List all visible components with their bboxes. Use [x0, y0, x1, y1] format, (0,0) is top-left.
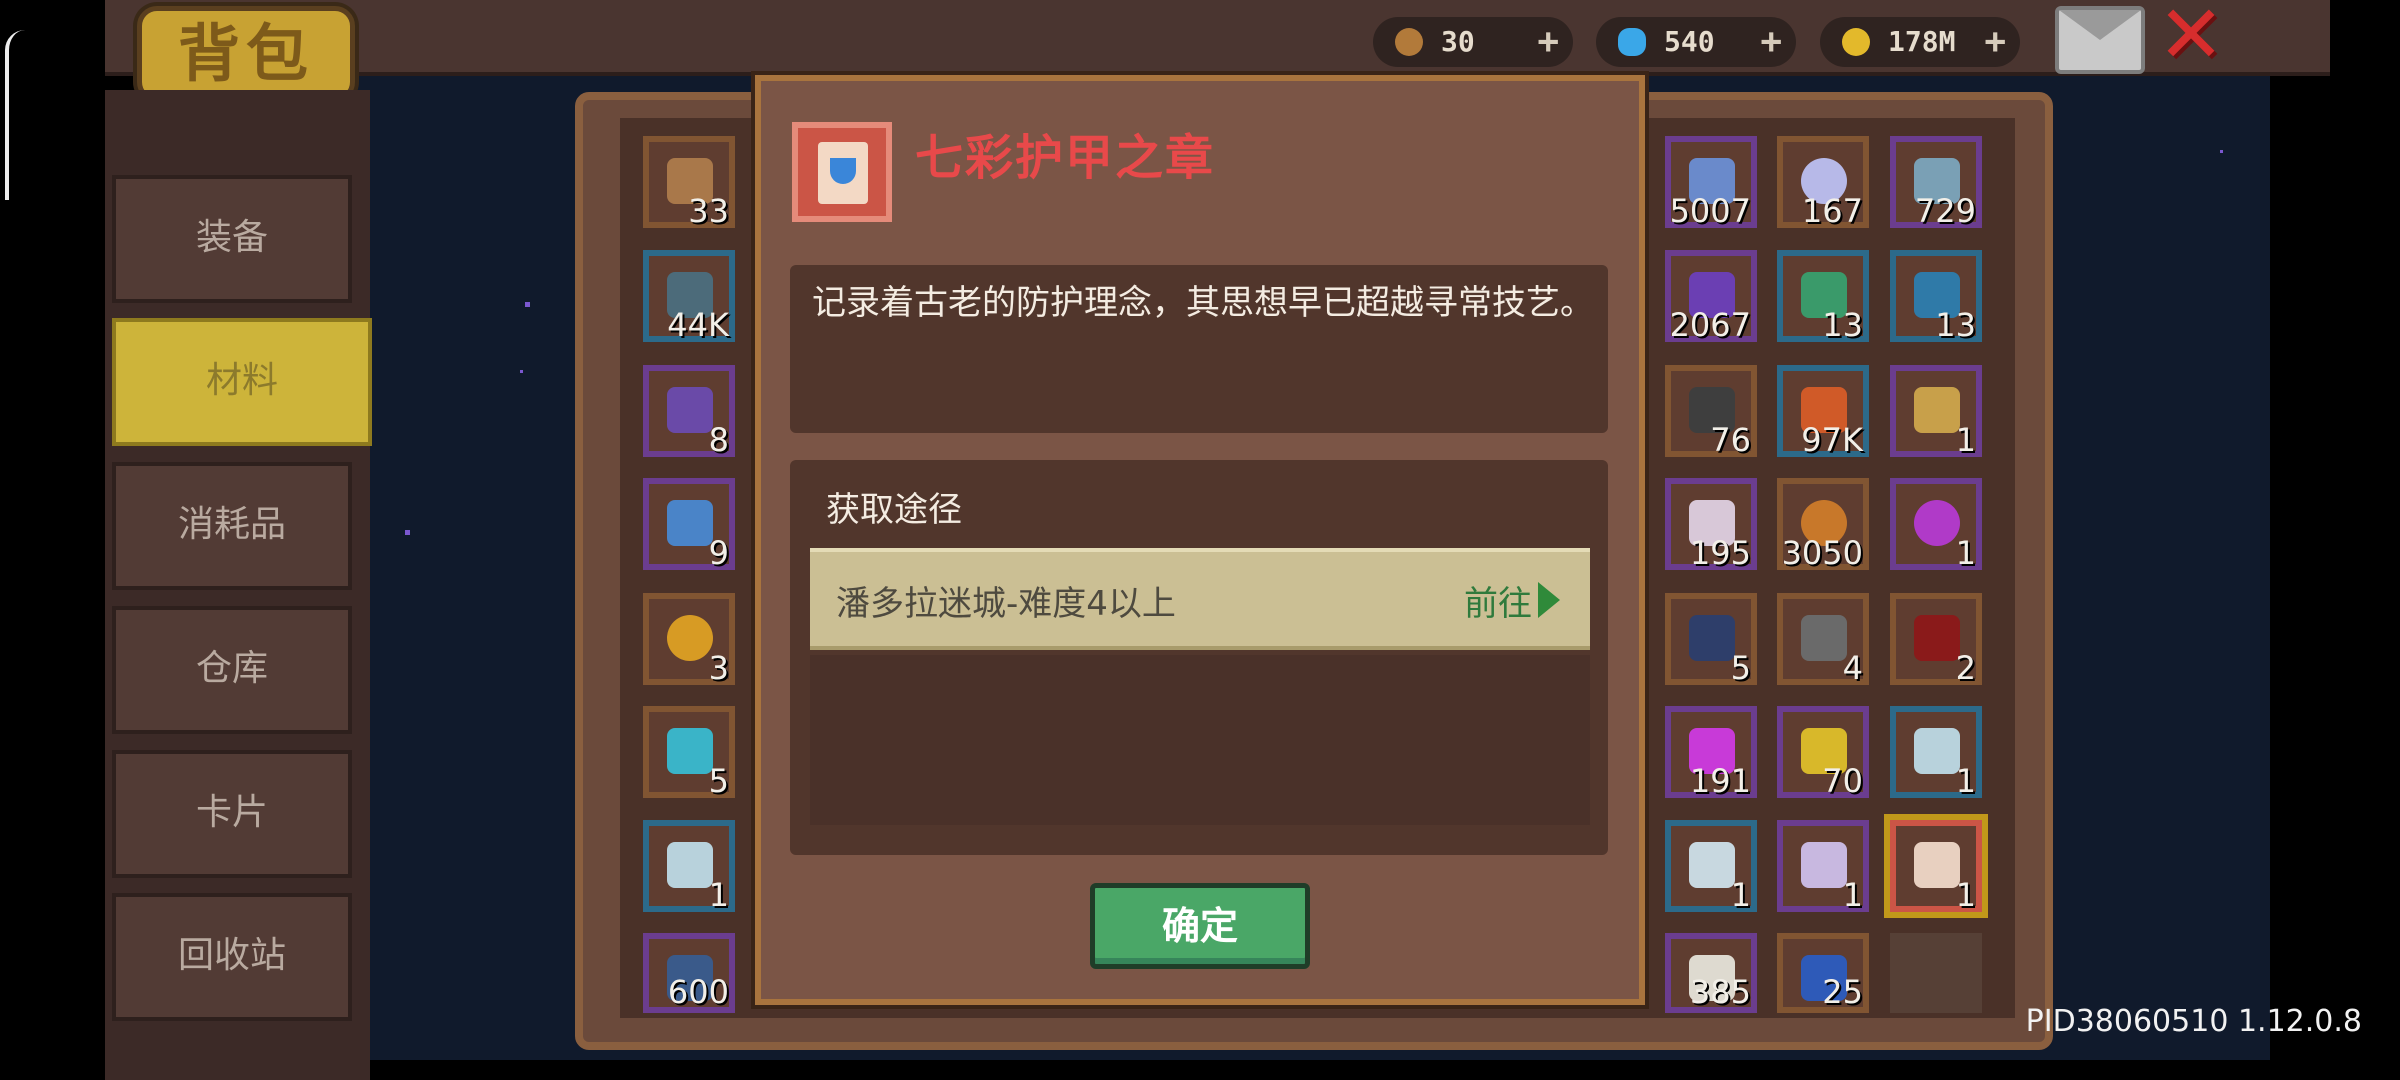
inventory-slot[interactable]: 44K [643, 250, 735, 344]
star-decoration [520, 370, 523, 373]
red-cloth-item-icon [1914, 615, 1960, 661]
selected-inventory-slot[interactable]: 1 [1890, 820, 1982, 914]
play-arrow-icon[interactable] [1538, 582, 1560, 618]
inventory-slot[interactable]: 25 [1777, 933, 1869, 1013]
scroll-item-icon [1914, 842, 1960, 888]
add-gem-button[interactable]: + [1760, 17, 1782, 67]
inventory-slot[interactable]: 8 [643, 365, 735, 459]
source-list-empty-area [810, 655, 1590, 825]
close-icon[interactable]: ✕ [2155, 0, 2227, 75]
armor-scroll-icon [792, 122, 892, 222]
inventory-slot[interactable]: 33 [643, 136, 735, 230]
inventory-slot[interactable]: 2067 [1665, 250, 1757, 344]
source-title: 获取途径 [826, 490, 962, 530]
inventory-slot[interactable]: 1 [1665, 820, 1757, 914]
gem-value: 540 [1664, 25, 1715, 58]
inventory-slot[interactable]: 5 [1665, 593, 1757, 687]
cloth-item-icon [667, 500, 713, 546]
key-value: 30 [1441, 25, 1475, 58]
gem-icon [1618, 28, 1646, 56]
inventory-slot[interactable]: 600 [643, 933, 735, 1013]
inventory-slot[interactable]: 5 [643, 706, 735, 800]
inventory-slot[interactable]: 1 [1777, 820, 1869, 914]
inventory-slot[interactable]: 195 [1665, 478, 1757, 572]
inventory-slot[interactable]: 13 [1890, 250, 1982, 344]
tab-recycle-bin[interactable]: 回收站 [112, 893, 352, 1021]
scroll-item-icon [1689, 842, 1735, 888]
mail-icon[interactable] [2055, 6, 2145, 74]
inventory-slot[interactable]: 2 [1890, 593, 1982, 687]
amulet-item-icon [1914, 500, 1960, 546]
stone-item-icon [1801, 615, 1847, 661]
scroll-item-icon [1914, 728, 1960, 774]
inventory-slot[interactable]: 3 [643, 593, 735, 687]
gem-resource: 540 + [1596, 17, 1796, 67]
candy-item-icon [1914, 387, 1960, 433]
page-title: 背包 [137, 6, 355, 102]
empty-inventory-slot[interactable] [1890, 933, 1982, 1013]
inventory-slot[interactable]: 97K [1777, 365, 1869, 459]
coin-icon [1842, 28, 1870, 56]
coin-item-icon [667, 615, 713, 661]
tab-cards[interactable]: 卡片 [112, 750, 352, 878]
go-button[interactable]: 前往 [1464, 576, 1532, 625]
inventory-slot[interactable]: 5007 [1665, 136, 1757, 230]
inventory-slot[interactable]: 13 [1777, 250, 1869, 344]
inventory-slot[interactable]: 70 [1777, 706, 1869, 800]
ice-crystal-item-icon [667, 728, 713, 774]
star-decoration [525, 302, 530, 307]
version-label: PID38060510 1.12.0.8 [2025, 1004, 2362, 1039]
inventory-slot[interactable]: 191 [1665, 706, 1757, 800]
scroll-case-item-icon [1689, 615, 1735, 661]
tab-materials[interactable]: 材料 [112, 318, 372, 446]
source-label: 潘多拉迷城-难度4以上 [836, 584, 1176, 624]
inventory-slot[interactable]: 1 [643, 820, 735, 914]
star-decoration [405, 530, 410, 535]
add-gold-button[interactable]: + [1984, 17, 2006, 67]
inventory-slot[interactable]: 4 [1777, 593, 1869, 687]
source-row[interactable]: 潘多拉迷城-难度4以上 前往 [810, 548, 1590, 650]
screen-edge-mark [5, 30, 25, 200]
tab-equipment[interactable]: 装备 [112, 175, 352, 303]
gold-resource: 178M + [1820, 17, 2020, 67]
add-key-button[interactable]: + [1537, 17, 1559, 67]
inventory-slot[interactable]: 729 [1890, 136, 1982, 230]
inventory-slot[interactable]: 1 [1890, 478, 1982, 572]
item-name: 七彩护甲之章 [915, 130, 1216, 186]
confirm-button[interactable]: 确定 [1090, 883, 1310, 969]
crystal-item-icon [667, 387, 713, 433]
inventory-slot[interactable]: 1 [1890, 706, 1982, 800]
inventory-slot[interactable]: 76 [1665, 365, 1757, 459]
inventory-slot[interactable]: 1 [1890, 365, 1982, 459]
scroll-item-icon [1801, 842, 1847, 888]
star-decoration [2220, 150, 2223, 153]
key-icon [1395, 28, 1423, 56]
key-resource: 30 + [1373, 17, 1573, 67]
inventory-slot[interactable]: 167 [1777, 136, 1869, 230]
inventory-slot[interactable]: 385 [1665, 933, 1757, 1013]
tab-consumables[interactable]: 消耗品 [112, 462, 352, 590]
scroll-item-icon [667, 842, 713, 888]
inventory-slot[interactable]: 3050 [1777, 478, 1869, 572]
inventory-slot[interactable]: 9 [643, 478, 735, 572]
item-description: 记录着古老的防护理念，其思想早已超越寻常技艺。 [812, 283, 1594, 323]
gold-value: 178M [1888, 25, 1956, 58]
tab-warehouse[interactable]: 仓库 [112, 606, 352, 734]
